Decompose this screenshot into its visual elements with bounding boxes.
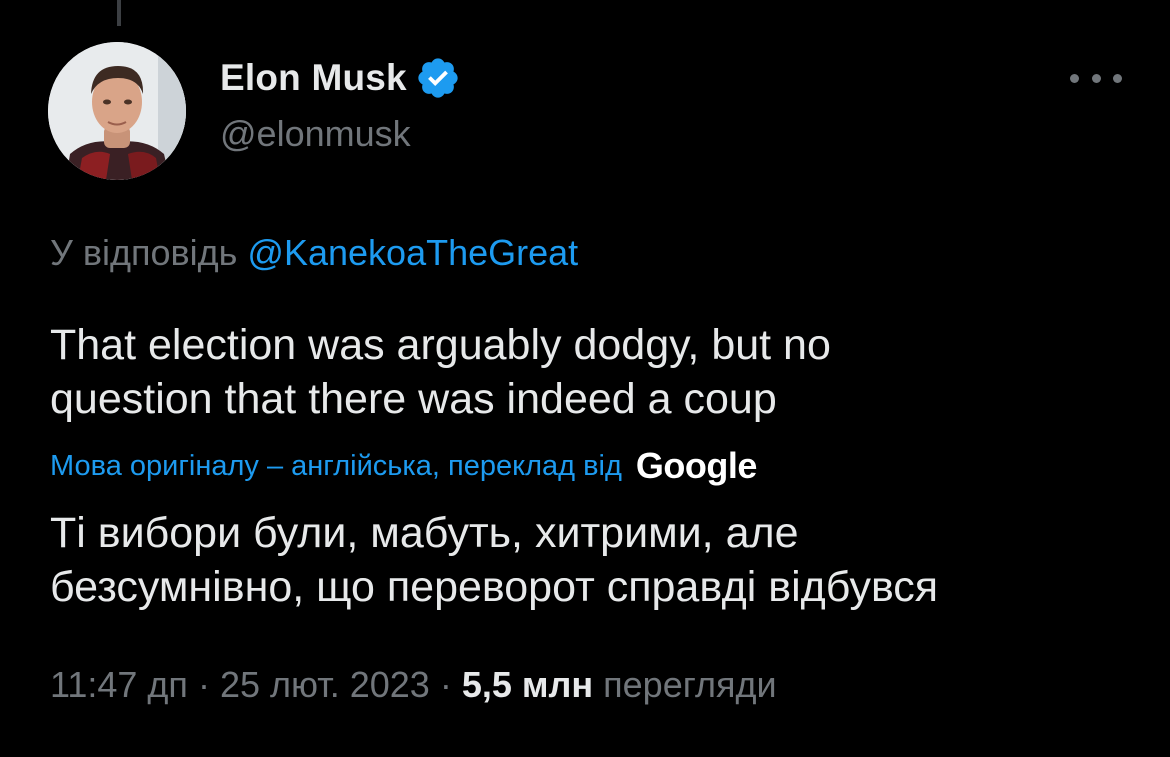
- meta-separator: ·: [439, 664, 452, 705]
- tweet-text-line: That election was arguably dodgy, but no: [50, 321, 831, 369]
- tweet-meta: 11:47 дп · 25 лют. 2023 · 5,5 млн перегл…: [50, 664, 777, 706]
- more-dot: [1091, 73, 1101, 83]
- avatar-photo: [48, 42, 186, 180]
- translation-attribution: Мова оригіналу – англійська, переклад ві…: [50, 444, 757, 488]
- meta-separator: ·: [197, 664, 210, 705]
- views-count[interactable]: 5,5 млн: [462, 664, 593, 705]
- tweet-text: That election was arguably dodgy, but no…: [50, 318, 1130, 426]
- author-name-row[interactable]: Elon Musk: [220, 54, 461, 102]
- replying-to: У відповідь @KanekoaTheGreat: [50, 232, 578, 274]
- views-label[interactable]: перегляди: [603, 664, 777, 705]
- tweet-date[interactable]: 25 лют. 2023: [220, 664, 430, 705]
- reply-prefix: У відповідь: [50, 232, 238, 273]
- thread-connector-line: [117, 0, 121, 26]
- verified-badge-icon[interactable]: [415, 55, 461, 101]
- more-dot: [1070, 73, 1079, 83]
- translated-text: Ті вибори були, мабуть, хитрими, але без…: [50, 506, 1150, 614]
- avatar[interactable]: [48, 42, 186, 180]
- google-logo: Google: [635, 445, 758, 486]
- author-display-name[interactable]: Elon Musk: [220, 57, 407, 99]
- translation-info-link[interactable]: Мова оригіналу – англійська, переклад ві…: [50, 450, 622, 483]
- tweet-time[interactable]: 11:47 дп: [50, 664, 188, 705]
- author-handle[interactable]: @elonmusk: [220, 113, 411, 155]
- tweet-text-line: question that there was indeed a coup: [50, 375, 777, 423]
- translated-text-line: Ті вибори були, мабуть, хитрими, але: [50, 509, 799, 557]
- reply-mention-link[interactable]: @KanekoaTheGreat: [247, 232, 578, 273]
- translated-text-line: безсумнівно, що переворот справді відбув…: [50, 563, 939, 611]
- more-options-icon[interactable]: [1070, 60, 1122, 96]
- more-dot: [1113, 73, 1122, 83]
